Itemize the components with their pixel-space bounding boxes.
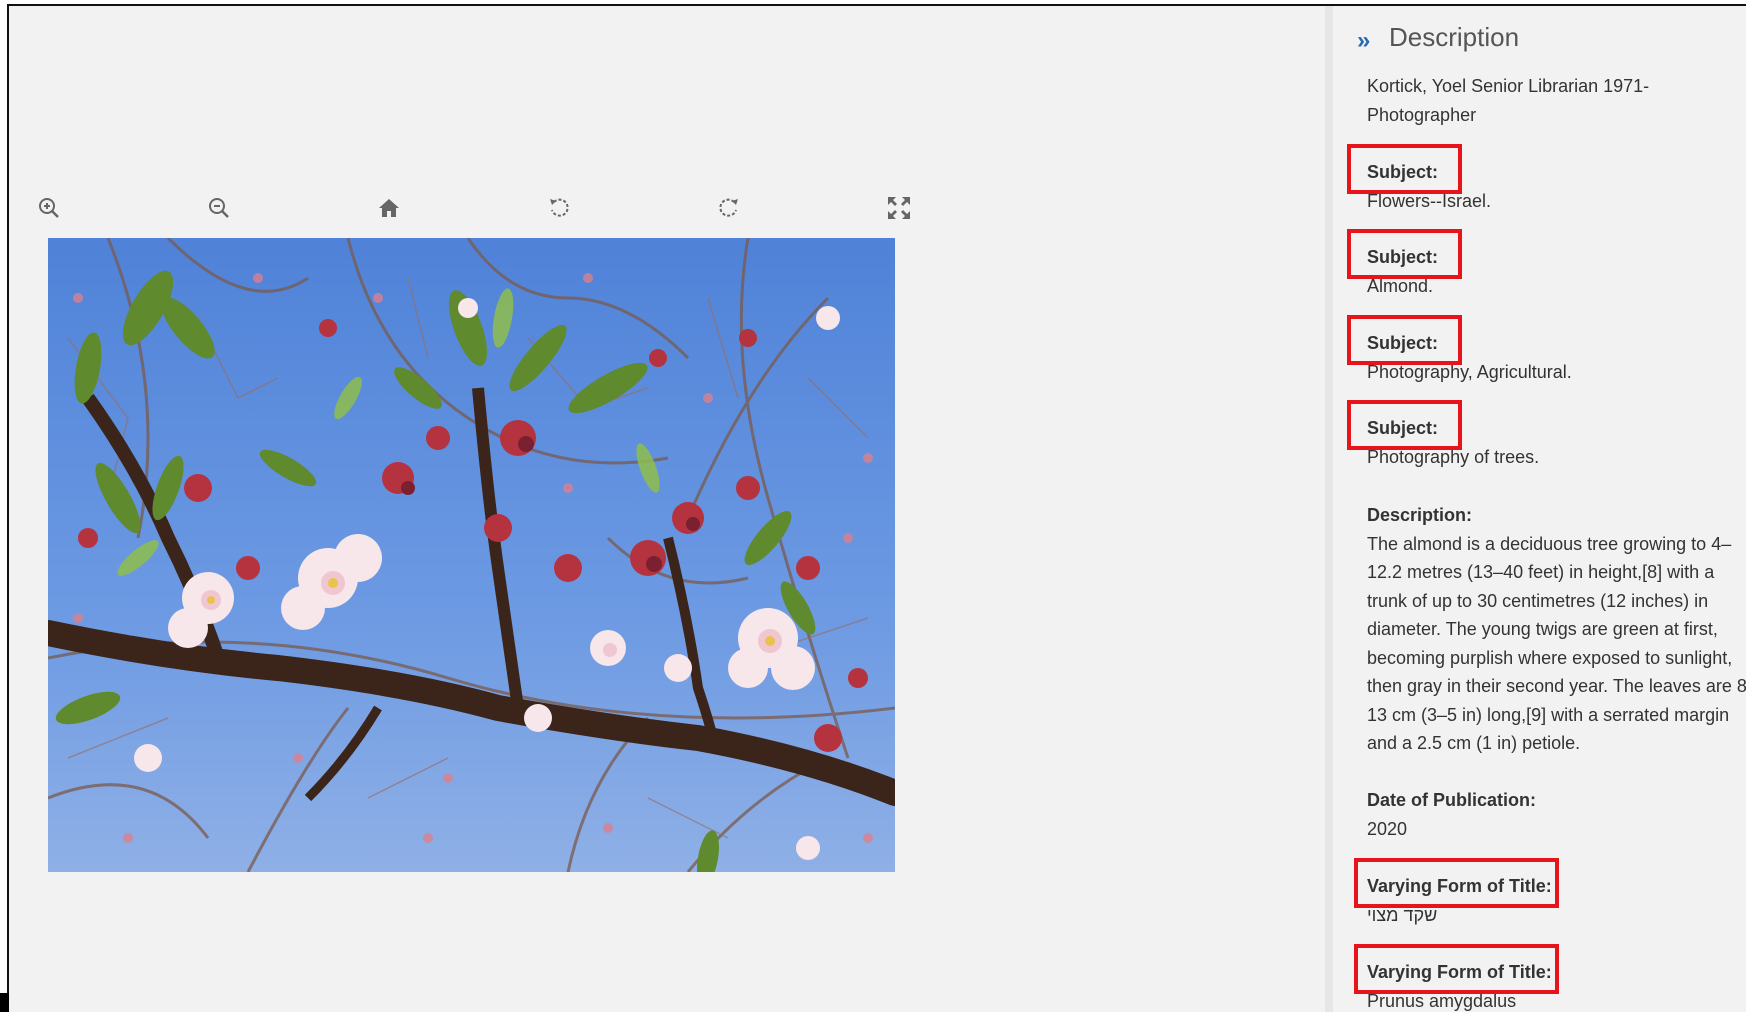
- highlight-box: [1347, 315, 1462, 365]
- description-value: The almond is a deciduous tree growing t…: [1367, 533, 1746, 754]
- date-value: 2020: [1367, 818, 1408, 839]
- image-viewer: [9, 6, 1329, 1012]
- panel-divider[interactable]: [1325, 6, 1333, 1012]
- description-panel: » Description Kortick, Yoel Senior Libra…: [1333, 6, 1746, 1012]
- creator-field: Kortick, Yoel Senior Librarian 1971- Pho…: [1367, 72, 1649, 129]
- viewer-toolbar: [29, 188, 919, 228]
- zoom-out-icon[interactable]: [199, 188, 239, 228]
- date-field: Date of Publication: 2020: [1367, 786, 1536, 843]
- home-icon[interactable]: [369, 188, 409, 228]
- highlight-box: [1347, 400, 1462, 450]
- panel-title: Description: [1389, 22, 1520, 52]
- highlight-box: [1354, 858, 1559, 908]
- app-window: » Description Kortick, Yoel Senior Libra…: [7, 4, 1746, 1012]
- corner-mark: [0, 993, 9, 1012]
- creator-role: Photographer: [1367, 104, 1477, 125]
- highlight-box: [1347, 144, 1462, 194]
- highlight-box: [1347, 229, 1462, 279]
- date-label: Date of Publication:: [1367, 790, 1537, 810]
- description-field: Description: The almond is a deciduous t…: [1367, 501, 1746, 758]
- rotate-right-icon[interactable]: [709, 188, 749, 228]
- rotate-left-icon[interactable]: [539, 188, 579, 228]
- fullscreen-icon[interactable]: [879, 188, 919, 228]
- description-label: Description:: [1367, 505, 1473, 525]
- almond-blossom-photo[interactable]: [48, 238, 895, 872]
- creator-name[interactable]: Kortick, Yoel Senior Librarian 1971-: [1367, 72, 1649, 101]
- collapse-chevron-icon[interactable]: »: [1357, 28, 1383, 53]
- panel-header: » Description: [1357, 22, 1519, 53]
- highlight-box: [1354, 944, 1559, 994]
- zoom-in-icon[interactable]: [29, 188, 69, 228]
